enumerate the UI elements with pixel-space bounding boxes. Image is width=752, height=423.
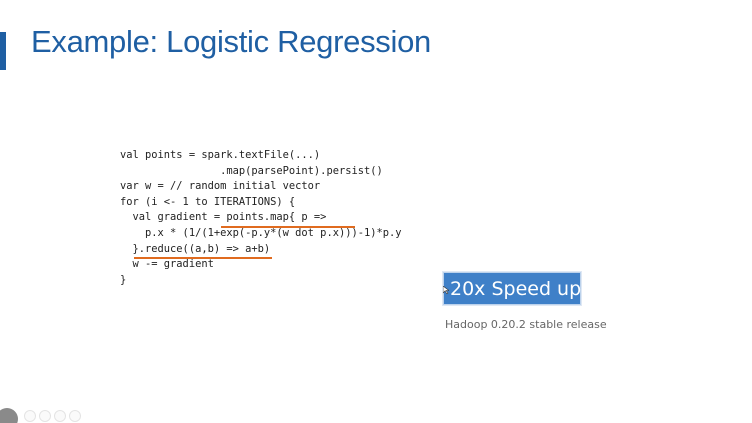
code-line: } <box>120 273 127 286</box>
code-line: val gradient = points.map{ p => <box>120 211 327 224</box>
slide: Example: Logistic Regression val points … <box>0 0 752 423</box>
slide-title: Example: Logistic Regression <box>31 24 431 59</box>
speedup-callout: 20x Speed up <box>443 272 581 305</box>
presentation-controls <box>0 408 90 423</box>
reduce-underline <box>134 257 272 259</box>
code-line: p.x * (1/(1+exp(-p.y*(w dot p.x)))-1)*p.… <box>120 226 402 239</box>
more-icon[interactable] <box>69 410 81 422</box>
code-line: .map(parsePoint).persist() <box>120 164 383 177</box>
hadoop-caption: Hadoop 0.20.2 stable release <box>445 318 607 331</box>
title-accent-bar <box>0 32 6 70</box>
code-line: val points = spark.textFile(...) <box>120 149 321 161</box>
code-line: w -= gradient <box>120 258 214 271</box>
code-line: for (i <- 1 to ITERATIONS) { <box>120 195 296 208</box>
menu-icon[interactable] <box>0 408 18 423</box>
next-icon[interactable] <box>39 410 51 422</box>
map-underline <box>221 226 355 228</box>
zoom-icon[interactable] <box>54 410 66 422</box>
code-line: var w = // random initial vector <box>120 180 321 193</box>
mouse-pointer-icon <box>443 286 449 294</box>
code-line: }.reduce((a,b) => a+b) <box>120 242 271 255</box>
previous-icon[interactable] <box>24 410 36 422</box>
code-block: val points = spark.textFile(...) .map(pa… <box>120 148 402 288</box>
